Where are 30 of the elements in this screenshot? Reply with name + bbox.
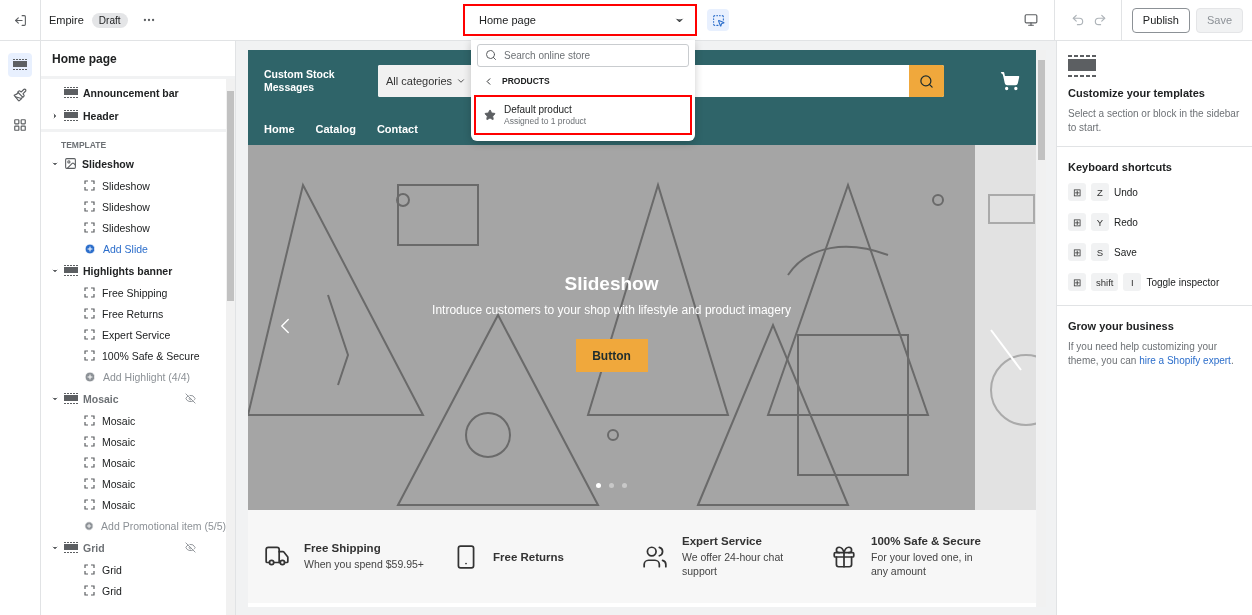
highlight-text: We offer 24-hour chat support	[682, 549, 785, 579]
key-cap: Z	[1091, 183, 1109, 201]
key-cap: ⊞	[1068, 273, 1086, 291]
key-cap: ⊞	[1068, 183, 1086, 201]
grow-title: Grow your business	[1068, 320, 1175, 332]
shortcuts-title: Keyboard shortcuts	[1068, 161, 1173, 173]
highlight-title: Free Returns	[493, 550, 565, 563]
highlight-text: For your loved one, in any amount	[871, 549, 974, 579]
slide-text: Introduce customers to your shop with lifestyle and product imagery	[432, 303, 791, 317]
shortcut-label: Undo	[1114, 186, 1138, 198]
theme-name: Empire	[49, 14, 84, 26]
highlight-title: Free Shipping	[304, 541, 382, 554]
group-label: TEMPLATE	[60, 139, 108, 152]
key-cap: S	[1091, 243, 1109, 261]
key-cap: ⊞	[1068, 243, 1086, 261]
key-cap: I	[1123, 273, 1142, 291]
shortcut-label: Redo	[1114, 216, 1138, 228]
status-badge: Draft	[91, 12, 128, 28]
intro-text: Select a section or block in the sidebar to start.	[1068, 107, 1241, 134]
key-cap: Y	[1091, 213, 1109, 231]
highlight-title: Expert Service	[682, 534, 763, 547]
key-cap: shift	[1091, 273, 1119, 291]
shortcut-label: Toggle inspector	[1146, 276, 1220, 288]
grow-text: If you need help customizing your theme, you can hire a Shopify expert.	[1068, 340, 1235, 367]
shortcut-label: Save	[1114, 246, 1137, 258]
intro-title: Customize your templates	[1068, 87, 1206, 99]
highlight-text: When you spend $59.95+	[304, 556, 424, 572]
slide-heading: Slideshow	[564, 273, 659, 295]
highlight-title: 100% Safe & Secure	[871, 534, 982, 547]
key-cap: ⊞	[1068, 213, 1086, 231]
